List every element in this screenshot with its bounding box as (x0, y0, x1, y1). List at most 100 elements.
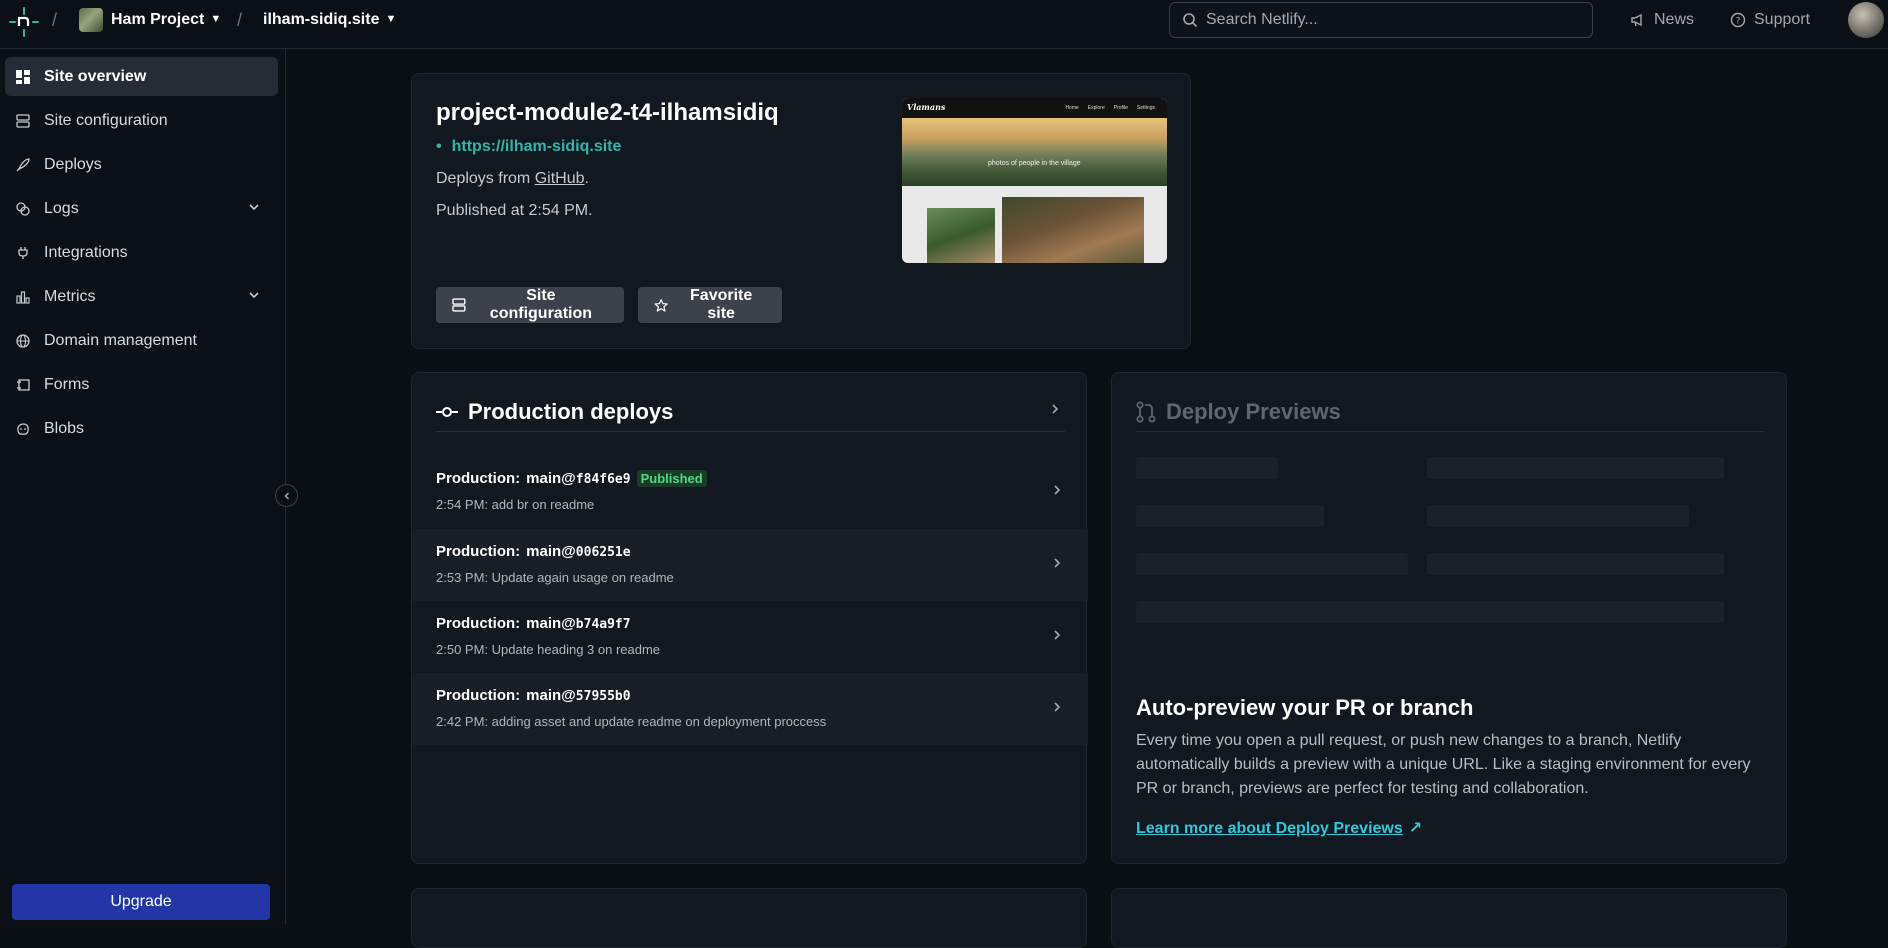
megaphone-icon (1631, 13, 1642, 27)
sidebar-item-label: Metrics (44, 287, 96, 305)
production-deploys-heading[interactable]: Production deploys (436, 399, 673, 425)
deploy-message: 2:50 PM: Update heading 3 on readme (436, 642, 661, 657)
news-label: News (1654, 11, 1695, 28)
grid-icon (15, 69, 31, 85)
deploy-branch: main@ (526, 687, 576, 704)
chevron-down-icon (248, 289, 260, 301)
chevron-right-icon (1052, 701, 1062, 713)
deploy-title: Production: main@006251e (436, 543, 631, 560)
learn-more-link[interactable]: Learn more about Deploy Previews ↗ (1136, 818, 1422, 838)
learn-more-label: Learn more about Deploy Previews (1136, 820, 1403, 837)
deploy-row[interactable]: Production: main@b74a9f7 2:50 PM: Update… (412, 601, 1088, 673)
search-icon (1183, 13, 1198, 28)
search-input[interactable]: Search Netlify... (1169, 2, 1593, 38)
site-preview-thumbnail[interactable]: Vlamans Home Explore Profile Settings ph… (902, 98, 1167, 263)
deploy-row[interactable]: Production: main@006251e 2:53 PM: Update… (412, 529, 1088, 601)
deploy-context: Production: (436, 687, 521, 704)
star-icon (654, 298, 668, 312)
user-avatar[interactable] (1848, 2, 1884, 38)
deploy-context: Production: (436, 543, 521, 560)
site-url-link[interactable]: • https://ilham-sidiq.site (436, 138, 621, 156)
preview-navbar: Vlamans Home Explore Profile Settings (902, 98, 1167, 118)
sidebar-item-logs[interactable]: Logs (5, 189, 278, 228)
preview-hero-image: photos of people in the village (902, 118, 1167, 186)
support-link[interactable]: ? Support (1730, 11, 1810, 29)
sidebar-item-label: Site configuration (44, 111, 168, 129)
upgrade-button[interactable]: Upgrade (12, 884, 270, 920)
skeleton-placeholder (1136, 601, 1724, 623)
chevron-right-icon[interactable] (1050, 403, 1060, 415)
preview-nav-links: Home Explore Profile Settings (1065, 105, 1155, 111)
form-icon (15, 377, 31, 393)
deploy-hash: b74a9f7 (575, 617, 631, 632)
server-icon (15, 113, 31, 129)
deploy-message: 2:42 PM: adding asset and update readme … (436, 714, 827, 729)
sidebar-item-site-overview[interactable]: Site overview (5, 57, 278, 96)
deploy-branch: main@ (526, 470, 576, 487)
auto-preview-heading: Auto-preview your PR or branch (1136, 695, 1474, 720)
rocket-icon (15, 157, 31, 173)
server-icon (452, 298, 466, 312)
skeleton-placeholder (1427, 457, 1724, 479)
sidebar-item-label: Domain management (44, 331, 197, 349)
team-avatar[interactable] (79, 8, 103, 32)
sidebar-item-forms[interactable]: Forms (5, 365, 278, 404)
deploy-hash: 57955b0 (575, 689, 631, 704)
divider (1136, 431, 1765, 432)
pull-request-icon (1136, 401, 1156, 423)
sidebar-item-deploys[interactable]: Deploys (5, 145, 278, 184)
auto-preview-description: Every time you open a pull request, or p… (1136, 732, 1751, 797)
favorite-site-button[interactable]: Favorite site (638, 287, 782, 323)
sidebar-item-domain-management[interactable]: Domain management (5, 321, 278, 360)
chevron-down-icon (248, 201, 260, 213)
deploy-message: 2:54 PM: add br on readme (436, 497, 595, 512)
divider (436, 431, 1065, 432)
production-deploys-title: Production deploys (468, 399, 674, 424)
site-overview-card: project-module2-t4-ilhamsidiq • https://i… (411, 73, 1191, 349)
collapse-sidebar-button[interactable] (275, 484, 298, 507)
svg-text:?: ? (1736, 17, 1741, 27)
deploy-branch: main@ (526, 543, 576, 560)
next-card (1111, 888, 1787, 948)
top-bar: / Ham Project ▼ / ilham-sidiq.site ▼ Searc… (0, 0, 1888, 49)
github-link[interactable]: GitHub (535, 170, 585, 187)
deploy-source: Deploys from GitHub. (436, 170, 589, 188)
deploy-hash: 006251e (575, 545, 631, 560)
deploy-title: Production: main@b74a9f7 (436, 615, 631, 632)
help-icon: ? (1730, 12, 1746, 28)
deploy-branch: main@ (526, 615, 576, 632)
sidebar-item-site-configuration[interactable]: Site configuration (5, 101, 278, 140)
site-switcher[interactable]: ilham-sidiq.site ▼ (263, 11, 396, 29)
sidebar-item-blobs[interactable]: Blobs (5, 409, 278, 448)
deploy-hash: f84f6e9 (575, 472, 631, 487)
search-placeholder: Search Netlify... (1206, 11, 1318, 28)
sidebar-item-metrics[interactable]: Metrics (5, 277, 278, 316)
blob-icon (15, 421, 31, 437)
preview-hero-text: photos of people in the village (988, 160, 1081, 167)
news-link[interactable]: News (1630, 11, 1694, 29)
deploy-title: Production: main@57955b0 (436, 687, 631, 704)
skeleton-placeholder (1427, 505, 1689, 527)
skeleton-placeholder (1136, 457, 1278, 479)
deploy-previews-title: Deploy Previews (1166, 399, 1341, 424)
breadcrumb-separator: / (237, 10, 243, 30)
globe-icon (15, 333, 31, 349)
deploy-row[interactable]: Production: main@f84f6e9 Published 2:54 … (412, 456, 1088, 528)
netlify-logo-icon[interactable] (8, 6, 40, 38)
sidebar-item-label: Logs (44, 199, 79, 217)
favorite-site-button-label: Favorite site (690, 287, 753, 322)
preview-photo (927, 208, 995, 263)
chevron-down-icon: ▼ (210, 13, 222, 25)
preview-photo (1002, 197, 1144, 263)
skeleton-placeholder (1136, 553, 1408, 575)
site-configuration-button[interactable]: Site configuration (436, 287, 624, 323)
deploy-source-prefix: Deploys from (436, 170, 531, 187)
sidebar-item-integrations[interactable]: Integrations (5, 233, 278, 272)
team-switcher[interactable]: Ham Project ▼ (111, 11, 221, 29)
sidebar-item-label: Site overview (44, 67, 147, 85)
deploy-row[interactable]: Production: main@57955b0 2:42 PM: adding… (412, 673, 1088, 745)
skeleton-placeholder (1427, 553, 1724, 575)
preview-nav-link: Explore (1087, 105, 1105, 111)
chevron-right-icon (1052, 629, 1062, 641)
site-title: project-module2-t4-ilhamsidiq (436, 99, 779, 126)
